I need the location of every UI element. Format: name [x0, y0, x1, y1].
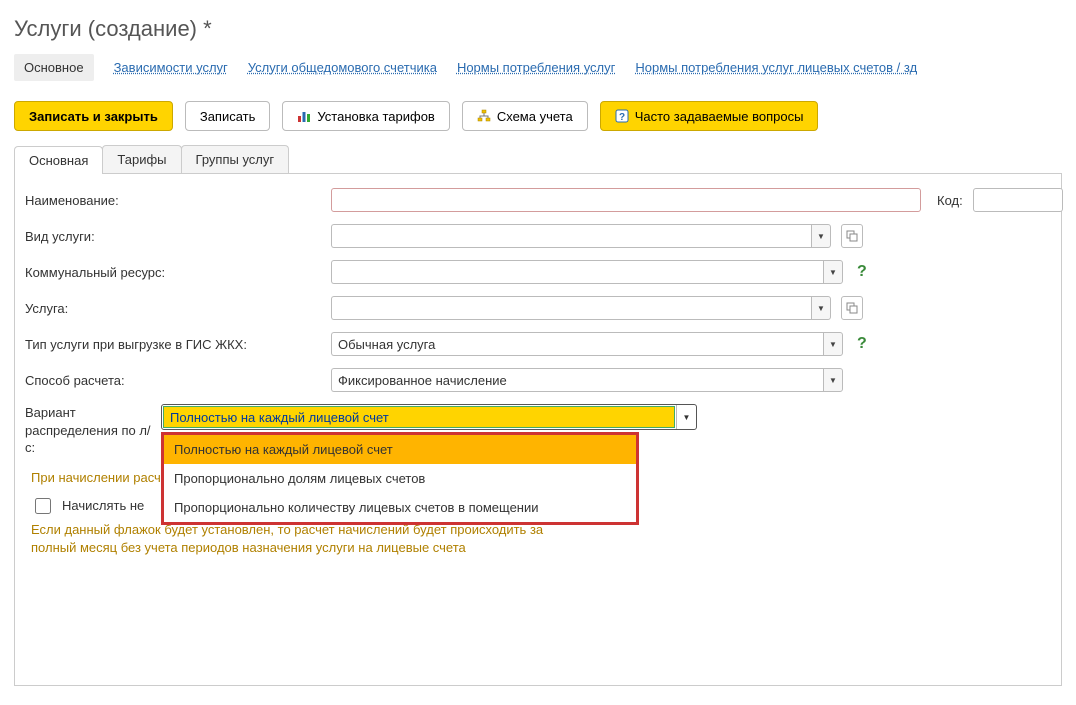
label-service: Услуга:: [25, 301, 325, 316]
nav-link-dependencies[interactable]: Зависимости услуг: [114, 60, 228, 75]
calc-method-field[interactable]: Фиксированное начисление: [331, 368, 823, 392]
dropdown-icon[interactable]: ▼: [811, 296, 831, 320]
tab-groups[interactable]: Группы услуг: [181, 145, 290, 173]
bar-chart-icon: [297, 109, 311, 123]
dropdown-icon[interactable]: ▼: [823, 368, 843, 392]
distribution-selected[interactable]: Полностью на каждый лицевой счет: [163, 406, 675, 428]
gis-type-field[interactable]: Обычная услуга: [331, 332, 823, 356]
name-input[interactable]: [331, 188, 921, 212]
set-tariffs-button[interactable]: Установка тарифов: [282, 101, 449, 131]
label-code: Код:: [937, 193, 963, 208]
save-button[interactable]: Записать: [185, 101, 271, 131]
open-external-button[interactable]: [841, 296, 863, 320]
faq-button[interactable]: ? Часто задаваемые вопросы: [600, 101, 819, 131]
tab-main[interactable]: Основная: [14, 146, 103, 174]
distribution-option-full[interactable]: Полностью на каждый лицевой счет: [164, 435, 636, 464]
distribution-option-shares[interactable]: Пропорционально долям лицевых счетов: [164, 464, 636, 493]
help-icon[interactable]: ?: [857, 263, 867, 281]
faq-label: Часто задаваемые вопросы: [635, 109, 804, 124]
question-icon: ?: [615, 109, 629, 123]
form-tabs: Основная Тарифы Группы услуг: [14, 145, 1062, 174]
label-name: Наименование:: [25, 193, 325, 208]
toolbar: Записать и закрыть Записать Установка та…: [14, 101, 1062, 131]
service-field[interactable]: [331, 296, 811, 320]
nav-link-common-meter[interactable]: Услуги общедомового счетчика: [248, 60, 437, 75]
nav-tab-main[interactable]: Основное: [14, 54, 94, 81]
label-distribution: Вариант распределения по л/с:: [25, 404, 155, 457]
code-input[interactable]: [973, 188, 1063, 212]
label-gis-type: Тип услуги при выгрузке в ГИС ЖКХ:: [25, 337, 325, 352]
scheme-label: Схема учета: [497, 109, 573, 124]
dropdown-icon[interactable]: ▼: [823, 260, 843, 284]
distribution-option-count[interactable]: Пропорционально количеству лицевых счето…: [164, 493, 636, 522]
dropdown-icon[interactable]: ▼: [811, 224, 831, 248]
page-title: Услуги (создание) *: [14, 16, 1062, 42]
distribution-dropdown-list: Полностью на каждый лицевой счет Пропорц…: [161, 432, 639, 525]
communal-resource-field[interactable]: [331, 260, 823, 284]
nav-link-norms[interactable]: Нормы потребления услуг: [457, 60, 615, 75]
help-icon[interactable]: ?: [857, 335, 867, 353]
tab-tariffs[interactable]: Тарифы: [102, 145, 181, 173]
checkbox-full-month-label: Начислять не: [62, 498, 144, 513]
label-calc-method: Способ расчета:: [25, 373, 325, 388]
calc-method-combo[interactable]: Фиксированное начисление ▼: [331, 368, 843, 392]
form-body: Наименование: Код: Вид услуги: ▼ Коммуна…: [14, 174, 1062, 686]
svg-text:?: ?: [619, 112, 625, 123]
nav-link-norms-accounts[interactable]: Нормы потребления услуг лицевых счетов /…: [635, 60, 917, 75]
set-tariffs-label: Установка тарифов: [317, 109, 434, 124]
label-service-kind: Вид услуги:: [25, 229, 325, 244]
dropdown-icon[interactable]: ▼: [823, 332, 843, 356]
open-external-button[interactable]: [841, 224, 863, 248]
scheme-button[interactable]: Схема учета: [462, 101, 588, 131]
hint-full-month: Если данный флажок будет установлен, то …: [31, 521, 591, 557]
communal-resource-combo[interactable]: ▼: [331, 260, 843, 284]
distribution-combo[interactable]: Полностью на каждый лицевой счет ▼: [161, 404, 697, 430]
service-kind-field[interactable]: [331, 224, 811, 248]
label-communal-resource: Коммунальный ресурс:: [25, 265, 325, 280]
checkbox-full-month[interactable]: [35, 498, 51, 514]
gis-type-combo[interactable]: Обычная услуга ▼: [331, 332, 843, 356]
service-kind-combo[interactable]: ▼: [331, 224, 831, 248]
save-close-button[interactable]: Записать и закрыть: [14, 101, 173, 131]
service-combo[interactable]: ▼: [331, 296, 831, 320]
distribution-dropdown-wrapper: Полностью на каждый лицевой счет ▼ Полно…: [161, 404, 697, 430]
org-chart-icon: [477, 109, 491, 123]
dropdown-icon[interactable]: ▼: [676, 405, 696, 429]
nav-bar: Основное Зависимости услуг Услуги общедо…: [14, 54, 1062, 81]
